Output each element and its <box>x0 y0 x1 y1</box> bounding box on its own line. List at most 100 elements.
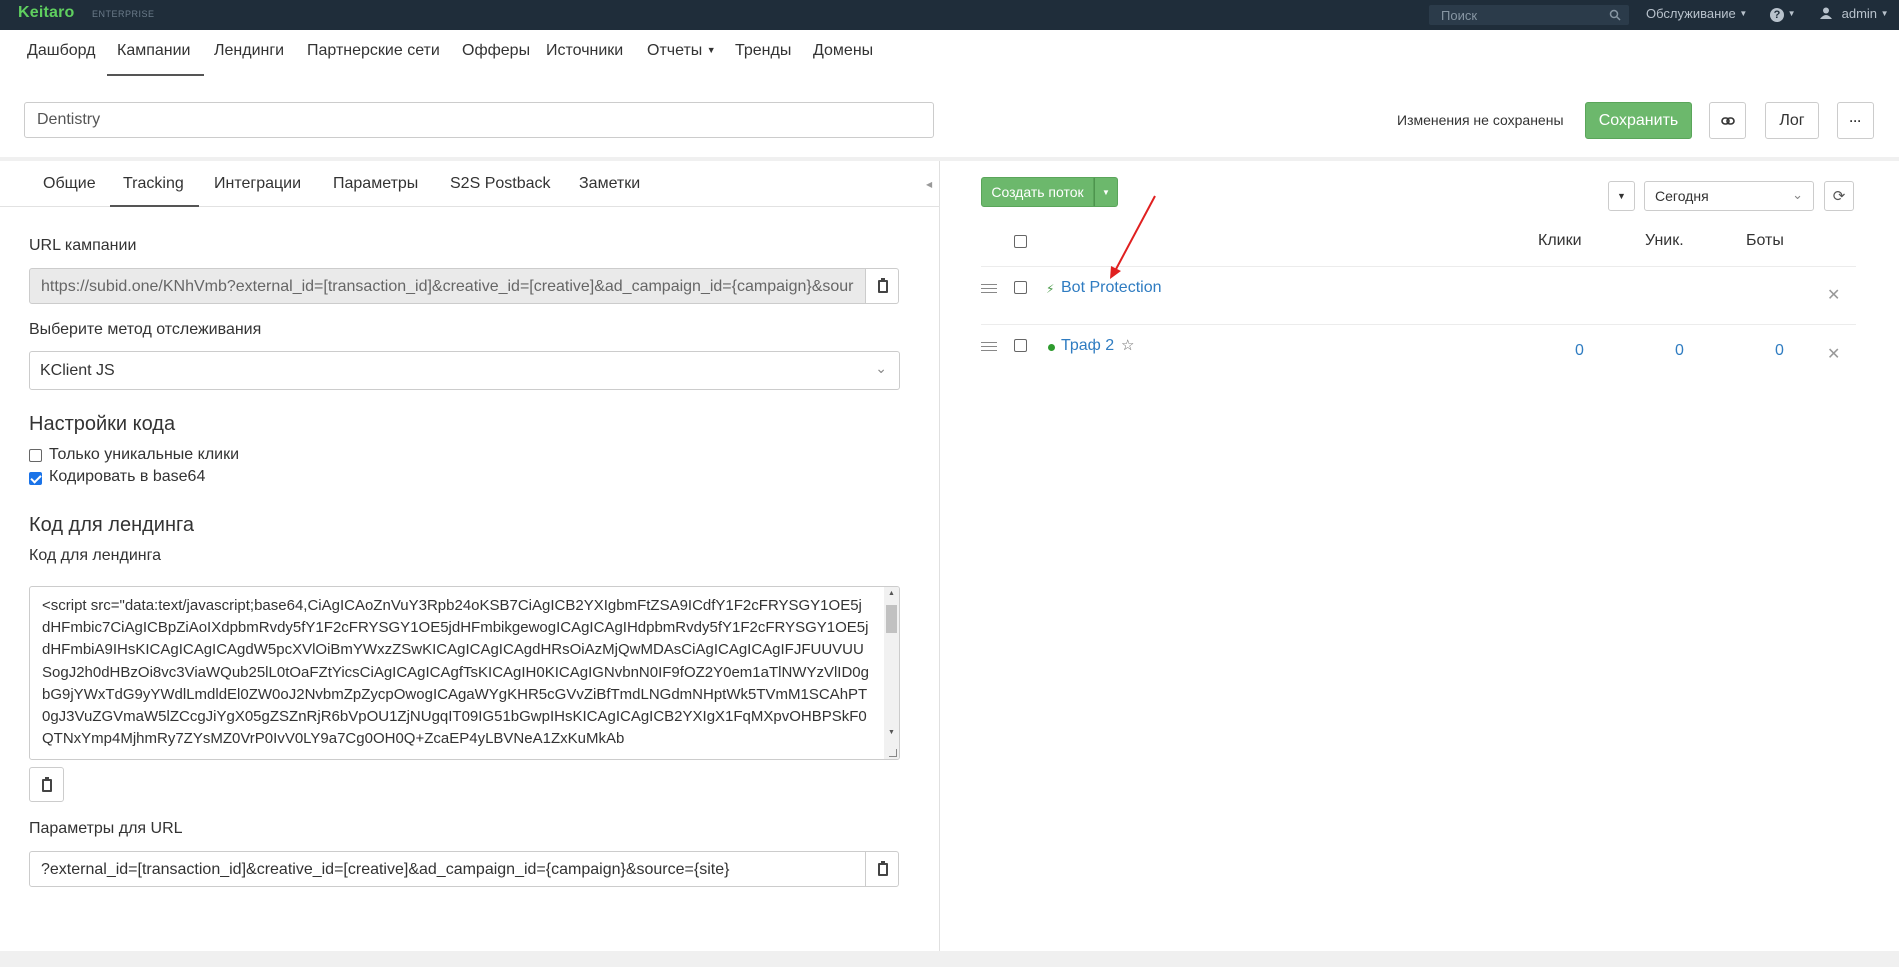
flow-bots[interactable]: 0 <box>1775 342 1784 360</box>
flow-name-link[interactable]: Bot Protection <box>1061 279 1162 297</box>
period-value: Сегодня <box>1655 188 1709 204</box>
code-settings-heading: Настройки кода <box>29 413 176 435</box>
campaign-url-label: URL кампании <box>29 237 137 254</box>
flow-unique[interactable]: 0 <box>1675 342 1684 360</box>
active-nav-indicator <box>107 74 204 76</box>
url-params-label: Параметры для URL <box>29 820 183 837</box>
nav-reports-label: Отчеты <box>647 42 703 59</box>
nav-sources[interactable]: Источники <box>546 42 623 60</box>
row-divider <box>981 266 1856 267</box>
active-tab-indicator <box>110 205 199 207</box>
refresh-icon: ⟳ <box>1832 188 1846 205</box>
resize-grip-icon[interactable] <box>889 749 897 757</box>
caret-down-icon: ▼ <box>706 45 716 55</box>
select-all-checkbox[interactable] <box>1014 235 1027 248</box>
search-icon[interactable] <box>1609 9 1621 21</box>
settings-tabs: Общие Tracking Интеграции Параметры S2S … <box>0 161 940 207</box>
caret-down-icon: ▼ <box>1617 191 1626 201</box>
flow-clicks[interactable]: 0 <box>1575 342 1584 360</box>
campaign-url-field[interactable]: https://subid.one/KNhVmb?external_id=[tr… <box>29 268 866 304</box>
clipboard-icon <box>42 777 52 792</box>
scroll-down-icon[interactable]: ▼ <box>888 729 895 736</box>
nav-trends[interactable]: Тренды <box>735 42 791 60</box>
unique-clicks-label: Только уникальные клики <box>49 446 240 463</box>
code-scrollbar[interactable]: ▲ ▼ <box>884 587 899 759</box>
link-button[interactable] <box>1709 102 1746 139</box>
caret-down-icon: ▼ <box>1787 9 1796 18</box>
copy-url-button[interactable] <box>865 268 899 304</box>
log-button[interactable]: Лог <box>1765 102 1819 139</box>
landing-code-heading: Код для лендинга <box>29 514 194 536</box>
row-divider <box>981 324 1856 325</box>
top-bar: Keitaro ENTERPRISE Обслуживание ▼ ? ▼ ad… <box>0 0 1899 30</box>
chevron-down-icon: ⌄ <box>875 360 887 376</box>
service-menu-label: Обслуживание <box>1646 6 1736 21</box>
nav-reports[interactable]: Отчеты ▼ <box>647 42 716 60</box>
landing-code-text: <script src="data:text/javascript;base64… <box>42 597 869 748</box>
user-name: admin <box>1841 6 1878 21</box>
tab-parameters[interactable]: Параметры <box>333 175 418 193</box>
caret-down-icon: ▼ <box>1739 9 1748 18</box>
status-dot-icon <box>1048 344 1055 351</box>
tracking-method-label: Выберите метод отслеживания <box>29 321 262 338</box>
bottom-scrollbar[interactable] <box>0 951 1899 967</box>
scroll-up-icon[interactable]: ▲ <box>888 590 895 597</box>
tracking-method-select[interactable]: KClient JS ⌄ <box>29 351 900 390</box>
scroll-thumb[interactable] <box>886 605 897 633</box>
more-button[interactable]: ··· <box>1837 102 1874 139</box>
caret-down-icon: ▼ <box>1102 187 1110 197</box>
nav-campaigns[interactable]: Кампании <box>117 42 191 60</box>
copy-code-button[interactable] <box>29 767 64 802</box>
delete-flow-icon[interactable]: ✕ <box>1827 285 1840 305</box>
service-menu[interactable]: Обслуживание ▼ <box>1646 6 1747 21</box>
user-icon <box>1820 7 1832 19</box>
flow-name-link[interactable]: Траф 2 <box>1061 337 1114 355</box>
unsaved-status: Изменения не сохранены <box>1397 112 1564 128</box>
url-params-field[interactable]: ?external_id=[transaction_id]&creative_i… <box>29 851 866 887</box>
base64-label: Кодировать в base64 <box>49 468 206 485</box>
chevron-down-icon: ⌄ <box>1792 187 1803 202</box>
star-icon[interactable]: ☆ <box>1121 336 1134 354</box>
campaign-name-input[interactable] <box>24 102 934 138</box>
create-flow-button[interactable]: Создать поток <box>981 177 1094 207</box>
delete-flow-icon[interactable]: ✕ <box>1827 344 1840 364</box>
search-input[interactable] <box>1429 5 1599 25</box>
landing-code-textarea[interactable]: <script src="data:text/javascript;base64… <box>29 586 900 760</box>
edition-label: ENTERPRISE <box>92 9 155 19</box>
collapse-panel-icon[interactable]: ◀ <box>926 180 932 189</box>
column-bots[interactable]: Боты <box>1746 232 1784 250</box>
unique-clicks-checkbox[interactable] <box>29 449 42 462</box>
refresh-button[interactable]: ⟳ <box>1824 181 1854 211</box>
base64-checkbox[interactable] <box>29 472 42 485</box>
column-unique[interactable]: Уник. <box>1645 232 1684 250</box>
top-search <box>1429 5 1629 25</box>
user-menu[interactable]: admin ▼ <box>1820 6 1889 21</box>
drag-handle-icon[interactable] <box>981 284 997 296</box>
clipboard-icon <box>878 278 888 293</box>
tab-integrations[interactable]: Интеграции <box>214 175 301 193</box>
drag-handle-icon[interactable] <box>981 342 997 354</box>
nav-dashboard[interactable]: Дашборд <box>27 42 96 60</box>
flow-checkbox[interactable] <box>1014 339 1027 352</box>
column-clicks[interactable]: Клики <box>1538 232 1582 250</box>
save-button[interactable]: Сохранить <box>1585 102 1692 139</box>
create-flow-dropdown[interactable]: ▼ <box>1094 177 1118 207</box>
tab-s2s-postback[interactable]: S2S Postback <box>450 175 551 193</box>
period-dropdown-toggle[interactable]: ▼ <box>1608 181 1635 211</box>
clipboard-icon <box>878 861 888 876</box>
tab-tracking[interactable]: Tracking <box>123 175 184 193</box>
nav-landings[interactable]: Лендинги <box>214 42 284 60</box>
flow-checkbox[interactable] <box>1014 281 1027 294</box>
tab-notes[interactable]: Заметки <box>579 175 640 193</box>
period-select[interactable]: Сегодня ⌄ <box>1644 181 1814 211</box>
link-icon <box>1720 116 1735 125</box>
nav-affiliate-networks[interactable]: Партнерские сети <box>307 42 440 60</box>
nav-offers[interactable]: Офферы <box>462 42 530 60</box>
caret-down-icon: ▼ <box>1880 9 1889 18</box>
nav-domains[interactable]: Домены <box>813 42 873 60</box>
help-menu[interactable]: ? ▼ <box>1770 6 1796 22</box>
app-logo[interactable]: Keitaro <box>18 4 75 22</box>
main-nav: Дашборд Кампании Лендинги Партнерские се… <box>0 30 1899 78</box>
tab-general[interactable]: Общие <box>43 175 96 193</box>
copy-params-button[interactable] <box>865 851 899 887</box>
